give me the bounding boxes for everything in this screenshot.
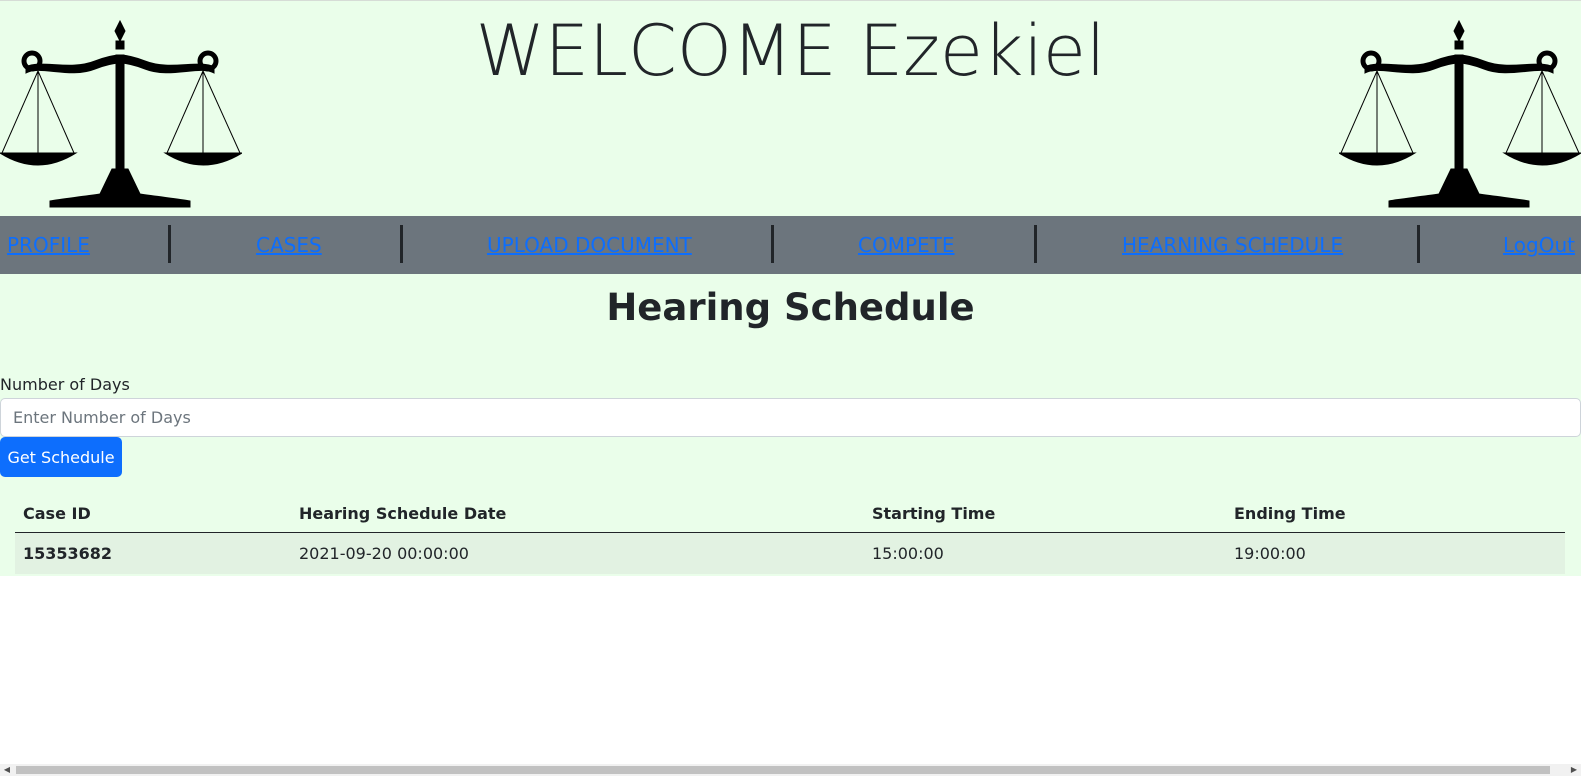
page: WELCOME Ezekiel PROFILE CASES UPLOAD DOC… [0,0,1581,776]
cell-case-id: 15353682 [15,532,291,574]
column-header-case-id: Case ID [15,496,291,533]
nav-divider [168,225,171,263]
nav-divider [1034,225,1037,263]
scroll-left-arrow-icon[interactable]: ◀ [0,764,14,776]
days-label: Number of Days [0,375,130,394]
column-header-starting-time: Starting Time [864,496,1226,533]
table-row: 15353682 2021-09-20 00:00:00 15:00:00 19… [15,532,1565,574]
nav-link-profile[interactable]: PROFILE [7,233,90,257]
nav-link-cases[interactable]: CASES [256,233,322,257]
nav-divider [400,225,403,263]
nav-link-upload-document[interactable]: UPLOAD DOCUMENT [487,233,692,257]
scales-of-justice-icon [1339,19,1581,208]
days-input[interactable] [0,398,1581,437]
nav-divider [771,225,774,263]
nav-link-compete[interactable]: COMPETE [858,233,955,257]
column-header-ending-time: Ending Time [1226,496,1565,533]
scroll-right-arrow-icon[interactable]: ▶ [1567,764,1581,776]
header-banner: WELCOME Ezekiel [0,0,1581,216]
cell-starting-time: 15:00:00 [864,532,1226,574]
main-content: Hearing Schedule Number of Days Get Sche… [0,274,1581,576]
nav-link-logout[interactable]: LogOut [1503,233,1575,257]
cell-ending-time: 19:00:00 [1226,532,1565,574]
column-header-hearing-date: Hearing Schedule Date [291,496,864,533]
navbar: PROFILE CASES UPLOAD DOCUMENT COMPETE HE… [0,216,1581,274]
page-title: Hearing Schedule [606,286,975,329]
get-schedule-button[interactable]: Get Schedule [0,437,122,477]
horizontal-scrollbar[interactable]: ◀ ▶ [0,764,1581,776]
cell-hearing-date: 2021-09-20 00:00:00 [291,532,864,574]
schedule-table: Case ID Hearing Schedule Date Starting T… [15,496,1565,574]
scrollbar-thumb[interactable] [16,766,1550,774]
nav-link-hearing-schedule[interactable]: HEARNING SCHEDULE [1122,233,1343,257]
table-header-row: Case ID Hearing Schedule Date Starting T… [15,496,1565,533]
nav-divider [1417,225,1420,263]
